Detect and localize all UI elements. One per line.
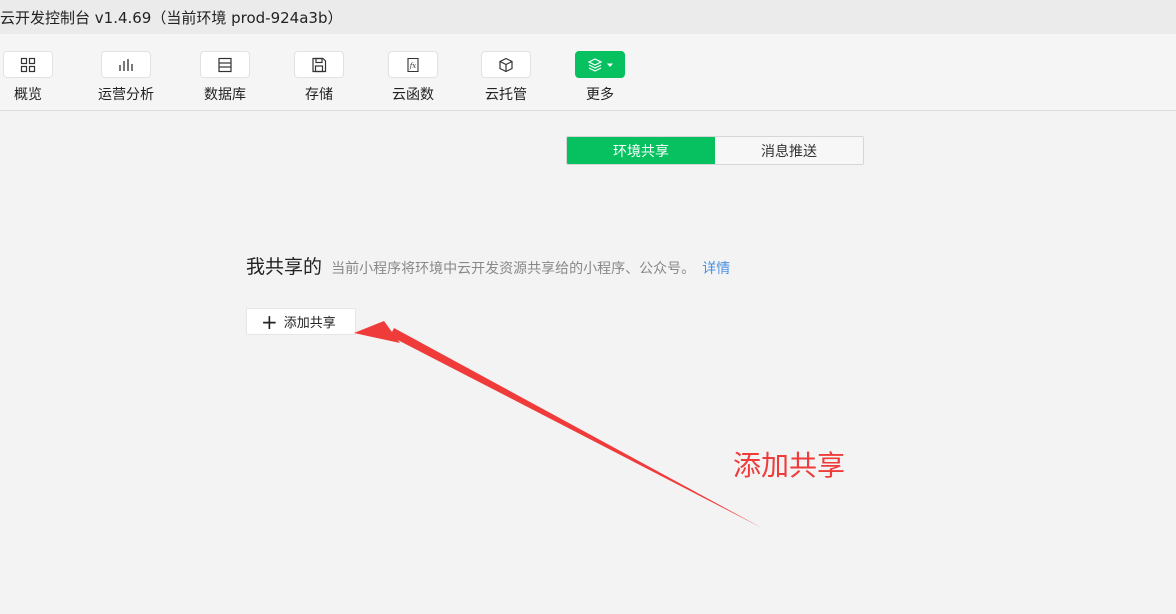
annotation-arrow: [354, 321, 762, 528]
annotation-label: 添加共享: [733, 449, 846, 482]
